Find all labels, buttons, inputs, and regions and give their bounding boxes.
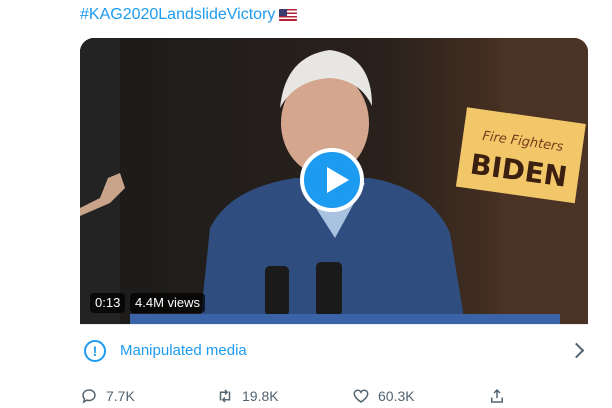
reply-count: 7.7K xyxy=(106,388,135,404)
manipulated-media-label: Manipulated media xyxy=(120,342,247,359)
tweet: #KAG2020LandslideVictory Fire Fighters B… xyxy=(0,0,612,408)
like-count: 60.3K xyxy=(378,388,415,404)
us-flag-icon xyxy=(279,9,298,21)
exclamation-circle-icon: ! xyxy=(84,339,106,362)
tweet-actions: 7.7K 19.8K 60.3K xyxy=(80,384,520,408)
reply-icon xyxy=(82,389,96,404)
play-icon[interactable] xyxy=(300,148,364,212)
retweet-icon xyxy=(219,389,231,403)
retweet-button[interactable]: 19.8K xyxy=(216,387,279,405)
heart-icon xyxy=(353,389,369,403)
share-button[interactable] xyxy=(488,387,514,405)
views-badge: 4.4M views xyxy=(130,293,206,313)
manipulated-media-notice[interactable]: ! Manipulated media xyxy=(80,324,588,376)
duration-badge: 0:13 xyxy=(90,293,126,313)
hashtag-text[interactable]: #KAG2020LandslideVictory xyxy=(80,6,275,24)
chevron-right-icon xyxy=(568,342,585,359)
like-button[interactable]: 60.3K xyxy=(352,387,415,405)
retweet-count: 19.8K xyxy=(242,388,279,404)
reply-button[interactable]: 7.7K xyxy=(80,387,135,405)
share-icon xyxy=(491,388,503,403)
hashtag-link[interactable]: #KAG2020LandslideVictory xyxy=(80,6,298,24)
